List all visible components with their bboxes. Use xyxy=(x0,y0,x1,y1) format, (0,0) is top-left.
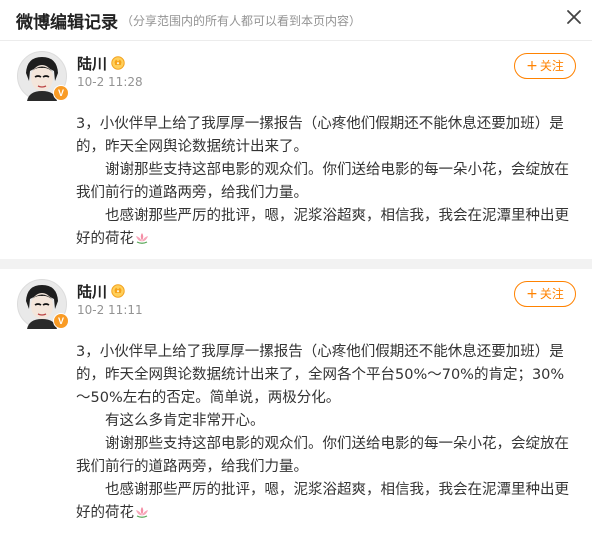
author-name[interactable]: 陆川 xyxy=(77,281,107,302)
author-name[interactable]: 陆川 xyxy=(77,53,107,74)
post-paragraph: 也感谢那些严厉的批评，嗯，泥浆浴超爽，相信我，我会在泥潭里种出更好的荷花 xyxy=(76,479,576,525)
edit-history-header: 微博编辑记录 （分享范围内的所有人都可以看到本页内容） xyxy=(0,0,592,41)
post-paragraph: 3，小伙伴早上给了我厚厚一摞报告（心疼他们假期还不能休息还要加班）是的，昨天全网… xyxy=(76,116,564,155)
post-text: 3，小伙伴早上给了我厚厚一摞报告（心疼他们假期还不能休息还要加班）是的，昨天全网… xyxy=(76,113,576,251)
post-paragraph: 谢谢那些支持这部电影的观众们。你们送给电影的每一朵小花，会绽放在我们前行的道路两… xyxy=(76,162,569,201)
follow-button[interactable]: + 关注 xyxy=(514,53,576,79)
post-paragraph: 谢谢那些支持这部电影的观众们。你们送给电影的每一朵小花，会绽放在我们前行的道路两… xyxy=(76,436,569,475)
verified-badge-icon: V xyxy=(53,313,69,329)
follow-button[interactable]: + 关注 xyxy=(514,281,576,307)
verified-badge-icon: V xyxy=(53,85,69,101)
post-text: 3，小伙伴早上给了我厚厚一摞报告（心疼他们假期还不能休息还要加班）是的，昨天全网… xyxy=(76,341,576,525)
membership-crown-icon xyxy=(111,56,125,70)
plus-icon: + xyxy=(526,286,538,302)
close-icon[interactable] xyxy=(566,9,582,25)
follow-label: 关注 xyxy=(539,59,564,73)
page-title: 微博编辑记录 xyxy=(16,13,118,33)
post-paragraph: 也感谢那些严厉的批评，嗯，泥浆浴超爽，相信我，我会在泥潭里种出更好的荷花 xyxy=(76,205,576,251)
page-subtitle: （分享范围内的所有人都可以看到本页内容） xyxy=(121,14,362,28)
post-paragraph: 3，小伙伴早上给了我厚厚一摞报告（心疼他们假期还不能休息还要加班）是的，昨天全网… xyxy=(76,344,565,406)
lotus-emoji-icon xyxy=(136,507,148,518)
post-timestamp: 10-2 11:11 xyxy=(77,303,143,317)
post-paragraph-text: 也感谢那些严厉的批评，嗯，泥浆浴超爽，相信我，我会在泥潭里种出更好的荷花 xyxy=(76,482,569,521)
post-paragraph: 有这么多肯定非常开心。 xyxy=(105,413,265,429)
follow-label: 关注 xyxy=(539,287,564,301)
post-timestamp: 10-2 11:28 xyxy=(77,75,143,89)
post-separator xyxy=(0,259,592,269)
lotus-emoji-icon xyxy=(136,233,148,244)
plus-icon: + xyxy=(526,58,538,74)
post-paragraph-text: 也感谢那些严厉的批评，嗯，泥浆浴超爽，相信我，我会在泥潭里种出更好的荷花 xyxy=(76,208,569,247)
post-card: V 陆川 10-2 11:28 + 关注 3，小伙伴早上给了我厚厚一摞报告（心疼他… xyxy=(0,41,592,259)
membership-crown-icon xyxy=(111,284,125,298)
post-card: V 陆川 10-2 11:11 + 关注 3，小伙伴早上给了我厚厚一摞报告（心疼他… xyxy=(0,269,592,529)
